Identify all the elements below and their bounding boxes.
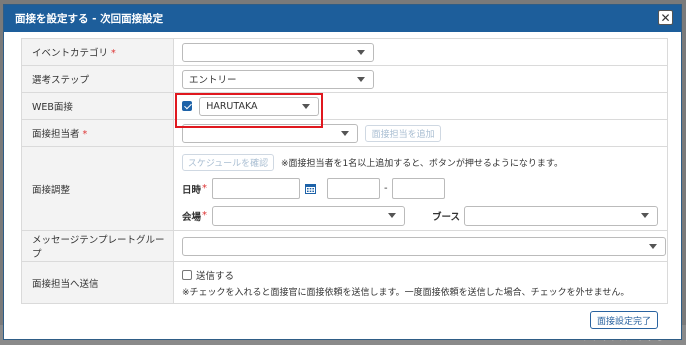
message-template-select[interactable] [182, 236, 666, 256]
modal-header: 面接を設定する - 次回面接設定 ✕ [4, 5, 681, 32]
required-mark: * [202, 210, 207, 221]
row-message-template: メッセージテンプレートグループ [21, 230, 668, 262]
label-web-interview: WEB面接 [21, 92, 174, 120]
date-label: 日時 [182, 184, 202, 196]
booth-label: ブース [432, 211, 461, 223]
form-area: イベントカテゴリ * 選考ステップ エントリー WEB面接 HARUTAKA 面… [21, 38, 668, 304]
end-time-input[interactable] [391, 178, 445, 199]
selection-step-select[interactable]: エントリー [182, 69, 374, 89]
row-web-interview: WEB面接 HARUTAKA [21, 92, 668, 120]
label-selection-step: 選考ステップ [21, 65, 174, 93]
check-schedule-button[interactable]: スケジュールを確認 [182, 153, 274, 171]
label-adjust: 面接調整 [21, 146, 174, 231]
date-input[interactable] [212, 178, 300, 199]
modal-title: 面接を設定する - 次回面接設定 [15, 13, 164, 25]
venue-label: 会場 [182, 211, 202, 223]
row-send-to-interviewer: 面接担当へ送信 送信する ※チェックを入れると面接官に面接依頼を送信します。一度… [21, 261, 668, 304]
label-event-category: イベントカテゴリ * [21, 38, 174, 66]
web-interview-checkbox[interactable] [182, 101, 192, 111]
settings-form-table: イベントカテゴリ * 選考ステップ エントリー WEB面接 HARUTAKA 面… [21, 38, 668, 304]
required-mark: * [82, 129, 88, 140]
chevron-down-icon [302, 103, 311, 109]
booth-select[interactable] [464, 205, 658, 226]
required-mark: * [111, 48, 116, 59]
required-mark: * [202, 183, 207, 194]
calendar-icon[interactable] [305, 183, 316, 194]
send-checkbox[interactable] [182, 269, 192, 280]
chevron-down-icon [357, 76, 365, 82]
label-send-to-interviewer: 面接担当へ送信 [21, 261, 174, 304]
start-time-input[interactable] [327, 178, 380, 199]
chevron-down-icon [341, 130, 349, 136]
time-separator: - [384, 183, 388, 194]
interviewer-select[interactable] [182, 123, 358, 143]
row-selection-step: 選考ステップ エントリー [21, 65, 668, 93]
chevron-down-icon [357, 49, 365, 55]
interview-settings-modal: 面接を設定する - 次回面接設定 ✕ イベントカテゴリ * 選考ステップ エント… [3, 4, 682, 340]
chevron-down-icon [641, 213, 649, 218]
send-checkbox-label: 送信する [196, 270, 235, 282]
row-adjust: 面接調整 スケジュールを確認 ※面接担当者を1名以上追加すると、ボタンが押せるよ… [21, 146, 668, 231]
close-icon: ✕ [660, 10, 671, 25]
label-interviewer: 面接担当者 * [21, 119, 174, 147]
chevron-down-icon [388, 213, 396, 218]
row-event-category: イベントカテゴリ * [21, 38, 668, 66]
row-interviewer: 面接担当者 * 面接担当を追加 [21, 119, 668, 147]
label-message-template: メッセージテンプレートグループ [21, 230, 174, 262]
chevron-down-icon [649, 243, 657, 249]
complete-settings-button[interactable]: 面接設定完了 [590, 311, 658, 329]
web-interview-tool-select[interactable]: HARUTAKA [199, 96, 320, 116]
send-note: ※チェックを入れると面接官に面接依頼を送信します。一度面接依頼を送信した場合、チ… [182, 287, 630, 298]
close-button[interactable]: ✕ [658, 10, 673, 25]
venue-select[interactable] [212, 205, 405, 226]
schedule-note: ※面接担当者を1名以上追加すると、ボタンが押せるようになります。 [281, 158, 564, 169]
add-interviewer-button[interactable]: 面接担当を追加 [365, 124, 442, 142]
event-category-select[interactable] [182, 42, 374, 62]
